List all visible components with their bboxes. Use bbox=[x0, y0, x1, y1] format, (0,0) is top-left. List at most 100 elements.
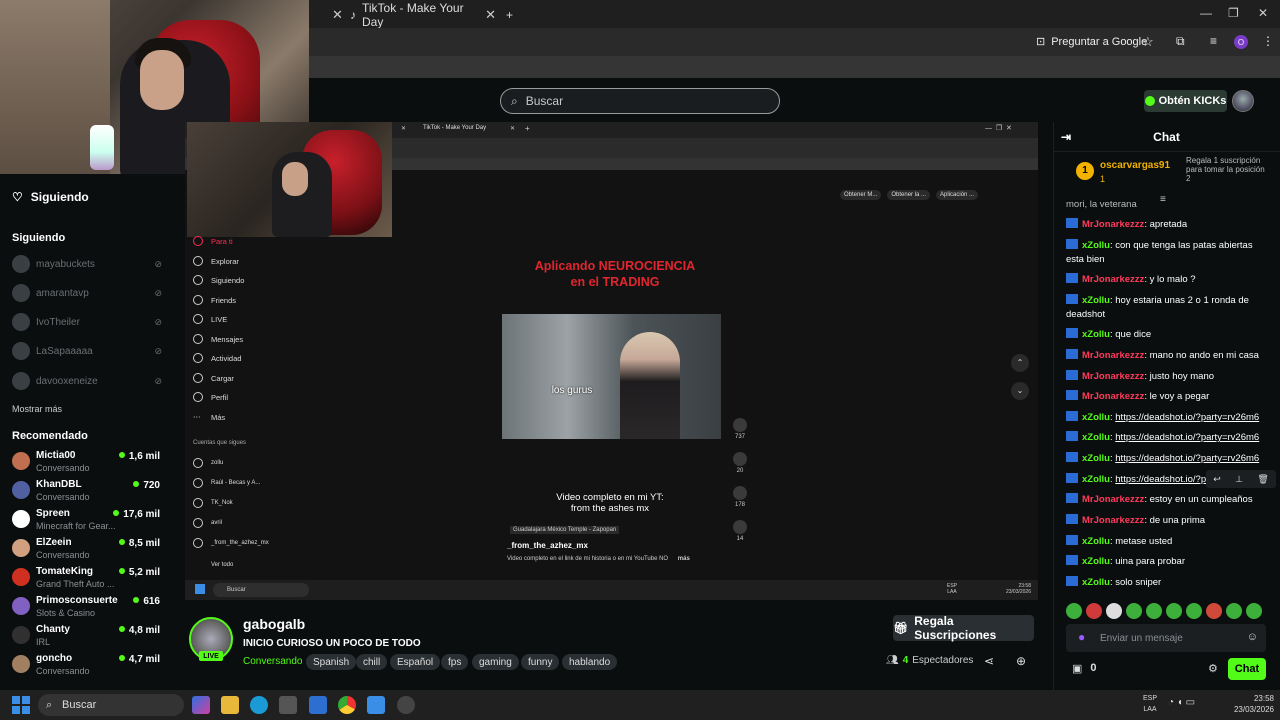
search-input[interactable]: ⌕ Buscar bbox=[500, 88, 780, 114]
chat-username[interactable]: MrJonarkezzz bbox=[1082, 371, 1144, 382]
mic-icon[interactable]: ● bbox=[1078, 630, 1085, 644]
extensions-icon[interactable]: ⧉ bbox=[1176, 34, 1185, 49]
following-item[interactable]: IvoTheiler ⊘ bbox=[12, 313, 162, 331]
bookmark-star-icon[interactable]: ☆ bbox=[1142, 34, 1154, 50]
reply-icon[interactable]: ↩ bbox=[1213, 474, 1221, 485]
chat-username[interactable]: MrJonarkezzz bbox=[1082, 350, 1144, 361]
emote[interactable] bbox=[1246, 603, 1262, 619]
tab-close-icon[interactable]: ✕ bbox=[485, 7, 496, 23]
chat-username[interactable]: MrJonarkezzz bbox=[1082, 494, 1144, 505]
chat-username[interactable]: xZollu bbox=[1082, 474, 1110, 485]
taskbar-clock[interactable]: 23:58 23/03/2026 bbox=[1226, 693, 1274, 715]
taskbar-search[interactable]: ⌕ Buscar bbox=[38, 694, 184, 716]
emote[interactable] bbox=[1206, 603, 1222, 619]
chat-username[interactable]: MrJonarkezzz bbox=[1082, 391, 1144, 402]
share-icon[interactable]: ⋖ bbox=[984, 654, 994, 668]
tag-chill[interactable]: chill bbox=[356, 654, 388, 670]
copilot-icon[interactable] bbox=[192, 696, 210, 714]
windows-start-icon[interactable] bbox=[12, 696, 30, 714]
close-window-icon[interactable]: ✕ bbox=[1258, 6, 1268, 20]
emote[interactable] bbox=[1086, 603, 1102, 619]
chat-username[interactable]: xZollu bbox=[1082, 453, 1110, 464]
kicks-balance[interactable]: ▣ 0 bbox=[1072, 662, 1097, 675]
following-item[interactable]: amarantavp ⊘ bbox=[12, 284, 162, 302]
tag-spanish[interactable]: Spanish bbox=[306, 654, 357, 670]
get-kicks-button[interactable]: Obtén KICKs bbox=[1144, 90, 1227, 112]
chat-username[interactable]: MrJonarkezzz bbox=[1082, 219, 1144, 230]
emote[interactable] bbox=[1126, 603, 1142, 619]
language-indicator[interactable]: ESP LAA bbox=[1140, 693, 1160, 715]
chrome-icon[interactable] bbox=[338, 696, 356, 714]
stream-video-player[interactable]: ✕ TikTok - Make Your Day ✕ + — ❐ ✕ Obten… bbox=[185, 122, 1038, 600]
emoji-icon[interactable]: ☺ bbox=[1247, 631, 1258, 643]
network-icon[interactable]: ◔ ◖ ▭ bbox=[1168, 697, 1195, 708]
stream-category[interactable]: Conversando bbox=[243, 656, 302, 667]
file-explorer-icon[interactable] bbox=[221, 696, 239, 714]
obs-icon[interactable] bbox=[397, 696, 415, 714]
tag-hablando[interactable]: hablando bbox=[562, 654, 618, 670]
chat-settings-icon[interactable]: ⚙ bbox=[1208, 662, 1218, 675]
following-item[interactable]: davooxeneize ⊘ bbox=[12, 372, 162, 390]
tag-fps[interactable]: fps bbox=[441, 654, 469, 670]
recommended-item[interactable]: Chanty IRL 4,8 mil bbox=[12, 624, 160, 650]
chat-username[interactable]: xZollu bbox=[1082, 577, 1110, 588]
user-avatar[interactable] bbox=[1232, 90, 1254, 112]
pin-icon[interactable]: ⊥ bbox=[1235, 474, 1243, 485]
emote[interactable] bbox=[1166, 603, 1182, 619]
chat-username[interactable]: xZollu bbox=[1082, 556, 1110, 567]
minimize-icon[interactable]: — bbox=[1200, 6, 1212, 20]
chat-username[interactable]: xZollu bbox=[1082, 329, 1110, 340]
new-tab-button[interactable]: + bbox=[506, 4, 513, 26]
chat-send-button[interactable]: Chat bbox=[1228, 658, 1266, 680]
following-item[interactable]: LaSapaaaaa ⊘ bbox=[12, 342, 162, 360]
chat-link[interactable]: https://deadshot.io/?party=rv26m6 bbox=[1115, 412, 1259, 423]
follow-icon[interactable]: ⊕ bbox=[1016, 654, 1026, 668]
recommended-item[interactable]: Primosconsuerte Slots & Casino 616 bbox=[12, 595, 160, 621]
emote[interactable] bbox=[1066, 603, 1082, 619]
chat-message-input[interactable]: ● Enviar un mensaje ☺ bbox=[1066, 624, 1266, 652]
edge-icon[interactable] bbox=[250, 696, 268, 714]
tag-gaming[interactable]: gaming bbox=[472, 654, 519, 670]
chat-filter-icon[interactable]: ≡ bbox=[1160, 194, 1166, 205]
recommended-item[interactable]: ElZeein Conversando 8,5 mil bbox=[12, 537, 160, 563]
mail-icon[interactable] bbox=[309, 696, 327, 714]
emote[interactable] bbox=[1226, 603, 1242, 619]
following-header[interactable]: ♡ Siguiendo bbox=[12, 190, 89, 204]
tab-close-prev[interactable]: ✕ bbox=[322, 4, 343, 26]
recommended-item[interactable]: goncho Conversando 4,7 mil bbox=[12, 653, 160, 679]
chat-username[interactable]: xZollu bbox=[1082, 536, 1110, 547]
recommended-item[interactable]: KhanDBL Conversando 720 bbox=[12, 479, 160, 505]
recommended-item[interactable]: TomateKing Grand Theft Auto ... 5,2 mil bbox=[12, 566, 160, 592]
tag-espanol[interactable]: Español bbox=[390, 654, 441, 670]
delete-icon[interactable]: 🗑︎ bbox=[1257, 474, 1268, 485]
browser-menu-icon[interactable]: ⋮ bbox=[1262, 34, 1274, 48]
tag-funny[interactable]: funny bbox=[521, 654, 560, 670]
chat-link[interactable]: https://deadshot.io/?party=rv26m6 bbox=[1115, 453, 1259, 464]
gemini-icon[interactable] bbox=[367, 696, 385, 714]
media-icon[interactable]: ≡ bbox=[1210, 34, 1217, 48]
chat-username[interactable]: MrJonarkezzz bbox=[1082, 515, 1144, 526]
chat-username[interactable]: MrJonarkezzz bbox=[1082, 274, 1144, 285]
ask-google-button[interactable]: ⊡ Preguntar a Google bbox=[1036, 35, 1147, 49]
pinned-user[interactable]: oscarvargas91 bbox=[1100, 160, 1170, 171]
chat-username[interactable]: xZollu bbox=[1082, 432, 1110, 443]
gift-subs-button[interactable]: 🎁︎ Regala Suscripciones bbox=[893, 614, 1034, 642]
emote[interactable] bbox=[1146, 603, 1162, 619]
recommended-item[interactable]: Spreen Minecraft for Gear... 17,6 mil bbox=[12, 508, 160, 534]
recommended-item[interactable]: Mictia00 Conversando 1,6 mil bbox=[12, 450, 160, 476]
profile-avatar[interactable]: O bbox=[1234, 35, 1248, 49]
emote[interactable] bbox=[1186, 603, 1202, 619]
show-more-link[interactable]: Mostrar más bbox=[12, 404, 62, 414]
store-icon[interactable] bbox=[279, 696, 297, 714]
chat-username[interactable]: xZollu bbox=[1082, 240, 1110, 251]
chat-link[interactable]: https://deadshot.io/?p bbox=[1115, 474, 1206, 485]
tab-tiktok[interactable]: ♪ TikTok - Make Your Day ✕ bbox=[350, 1, 496, 29]
maximize-icon[interactable]: ❐ bbox=[1228, 6, 1239, 20]
chat-username[interactable]: xZollu bbox=[1082, 412, 1110, 423]
emote[interactable] bbox=[1106, 603, 1122, 619]
collapse-chat-icon[interactable]: ⇥ bbox=[1061, 130, 1071, 144]
streamer-name[interactable]: gabogalb bbox=[243, 616, 305, 632]
chat-link[interactable]: https://deadshot.io/?party=rv26m6 bbox=[1115, 432, 1259, 443]
following-item[interactable]: mayabuckets ⊘ bbox=[12, 255, 162, 273]
chat-username[interactable]: xZollu bbox=[1082, 295, 1110, 306]
